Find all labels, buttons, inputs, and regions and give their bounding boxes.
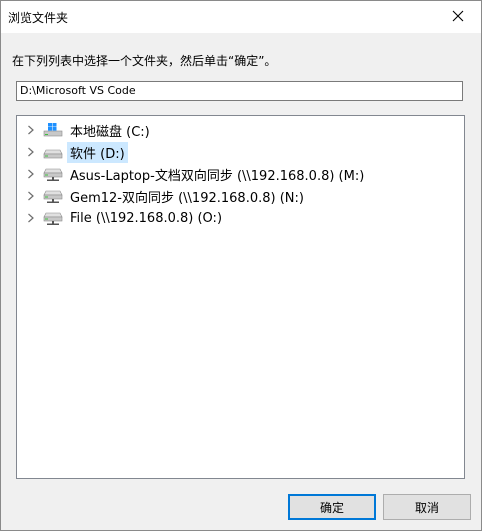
- network-drive-icon: [43, 166, 63, 182]
- tree-item-o-drive[interactable]: File (\\192.168.0.8) (O:): [17, 207, 225, 229]
- browse-folder-dialog: 浏览文件夹 在下列列表中选择一个文件夹，然后单击“确定”。 D:\Microso…: [0, 0, 482, 531]
- folder-tree[interactable]: 本地磁盘 (C:) 软件 (D:) Asus-Laptop-文档双向同步 (\\…: [16, 115, 465, 479]
- tree-item-label: Gem12-双向同步 (\\192.168.0.8) (N:): [70, 190, 304, 206]
- tree-item-m-drive[interactable]: Asus-Laptop-文档双向同步 (\\192.168.0.8) (M:): [17, 163, 367, 185]
- tree-item-c-drive[interactable]: 本地磁盘 (C:): [17, 119, 153, 141]
- drive-icon: [43, 144, 63, 160]
- chevron-right-icon[interactable]: [24, 189, 38, 203]
- close-icon: [452, 10, 464, 25]
- instruction-text: 在下列列表中选择一个文件夹，然后单击“确定”。: [12, 54, 277, 68]
- folder-path-field[interactable]: D:\Microsoft VS Code: [16, 81, 463, 101]
- ok-button[interactable]: 确定: [288, 494, 376, 520]
- tree-item-d-drive[interactable]: 软件 (D:): [17, 141, 128, 163]
- cancel-button[interactable]: 取消: [383, 494, 471, 520]
- tree-item-label: 本地磁盘 (C:): [70, 124, 150, 140]
- network-drive-icon: [43, 188, 63, 204]
- chevron-right-icon[interactable]: [24, 211, 38, 225]
- network-drive-icon: [43, 210, 63, 226]
- chevron-right-icon[interactable]: [24, 145, 38, 159]
- tree-item-n-drive[interactable]: Gem12-双向同步 (\\192.168.0.8) (N:): [17, 185, 307, 207]
- tree-item-label: Asus-Laptop-文档双向同步 (\\192.168.0.8) (M:): [70, 168, 365, 184]
- tree-item-label: File (\\192.168.0.8) (O:): [70, 210, 223, 226]
- close-button[interactable]: [435, 1, 481, 33]
- windows-drive-icon: [43, 122, 63, 138]
- tree-item-label: 软件 (D:): [67, 141, 128, 163]
- title-bar: 浏览文件夹: [1, 1, 481, 33]
- chevron-right-icon[interactable]: [24, 123, 38, 137]
- window-title: 浏览文件夹: [8, 11, 69, 25]
- chevron-right-icon[interactable]: [24, 167, 38, 181]
